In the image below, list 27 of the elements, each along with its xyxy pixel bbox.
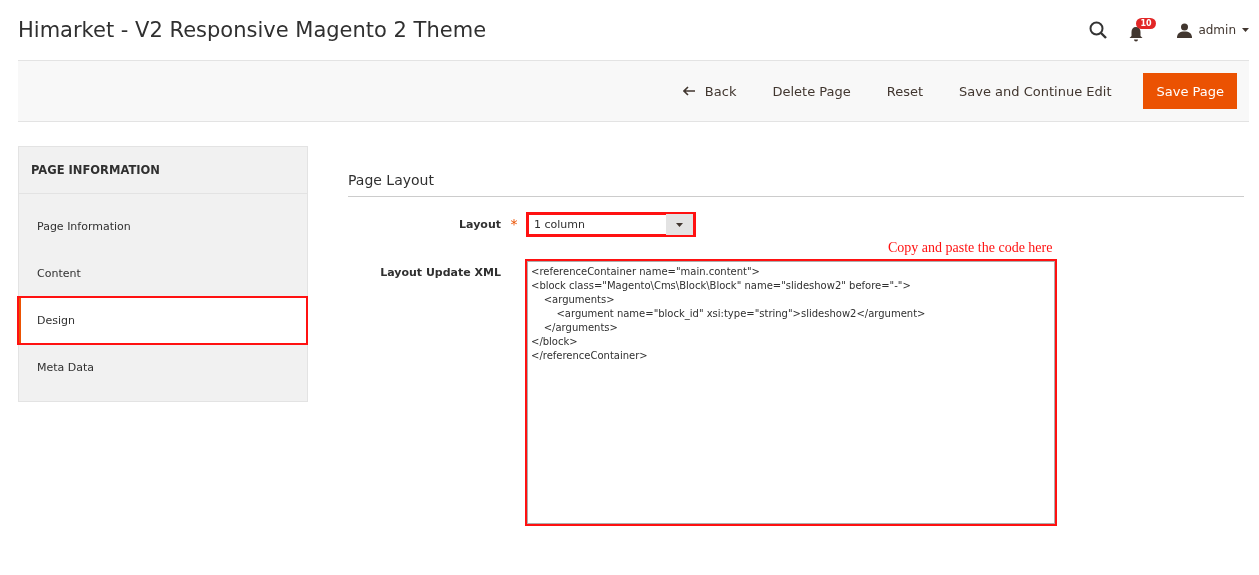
page-title: Himarket - V2 Responsive Magento 2 Theme — [18, 18, 488, 42]
annotation-note: Copy and paste the code here — [888, 240, 1054, 256]
section-title: Page Layout — [348, 172, 1244, 197]
user-menu[interactable]: admin — [1177, 22, 1249, 38]
user-icon — [1177, 22, 1193, 38]
action-button[interactable]: Delete Page — [758, 73, 865, 109]
layout-select[interactable]: 1 column — [527, 213, 695, 236]
action-button[interactable]: Save and Continue Edit — [945, 73, 1126, 109]
required-mark: * — [509, 215, 519, 232]
sidebar-item[interactable]: Meta Data — [18, 344, 307, 391]
field-label: Layout — [458, 217, 501, 231]
back-button[interactable]: Back — [668, 73, 751, 109]
notifications-button[interactable]: 10 — [1129, 18, 1156, 42]
caret-icon — [676, 222, 683, 227]
sidebar-item[interactable]: Content — [18, 250, 307, 297]
search-icon[interactable] — [1089, 21, 1108, 39]
bell-icon — [1129, 26, 1144, 42]
notification-badge: 10 — [1136, 18, 1156, 29]
arrow-left-icon — [682, 86, 695, 96]
field-label: Layout Update XML — [379, 265, 501, 279]
section-heading: PAGE INFORMATION — [19, 147, 307, 194]
save-button[interactable]: Save Page — [1143, 73, 1237, 109]
sidebar-item[interactable]: Page Information — [18, 203, 307, 250]
action-button[interactable]: Reset — [872, 73, 938, 109]
caret-icon — [1242, 28, 1249, 32]
xml-text-area[interactable]: <referenceContainer name="main.content"> <block class="Magento\Cms\Block\Block" name="slideshow2" before="-"> <arguments> <argument name="block_id" xsi:type="string">slideshow2</argument> </arguments> </block> </referenceContainer> — [527, 261, 1055, 524]
sidebar-item[interactable]: Design — [18, 297, 307, 344]
